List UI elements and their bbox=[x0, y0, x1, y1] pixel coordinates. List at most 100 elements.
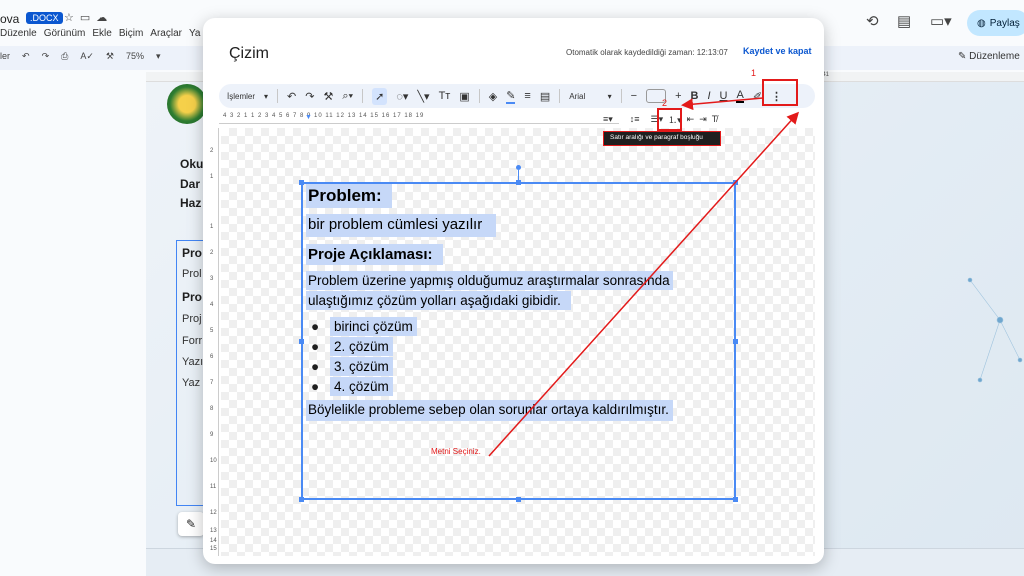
project-heading[interactable]: Proje Açıklaması: bbox=[306, 244, 443, 265]
undo-icon[interactable]: ↶ bbox=[287, 90, 296, 103]
editing-mode-button[interactable]: ✎ Düzenleme bbox=[958, 51, 1020, 62]
share-button[interactable]: ◍ Paylaş bbox=[967, 10, 1024, 36]
annotation-step-1: 1 bbox=[751, 68, 757, 78]
chevron-down-icon[interactable]: ▾ bbox=[156, 51, 161, 62]
title-icons: ☆▭☁ bbox=[64, 11, 113, 24]
toolbar-divider bbox=[362, 89, 364, 103]
bullet-item[interactable]: 2. çözüm bbox=[330, 337, 393, 356]
bg-box-line-4: Proj bbox=[182, 313, 202, 325]
fill-color-icon[interactable]: ◈ bbox=[489, 90, 497, 103]
comments-icon[interactable]: ▤ bbox=[897, 12, 911, 30]
resize-handle[interactable] bbox=[516, 497, 521, 502]
align-icon[interactable]: ≡▾ bbox=[603, 114, 613, 125]
menu-extensions[interactable]: Ya bbox=[189, 28, 201, 39]
image-icon[interactable]: ▣ bbox=[459, 90, 469, 103]
annotation-box-line-spacing bbox=[657, 108, 682, 131]
actions-menu[interactable]: İşlemler ▾ bbox=[227, 92, 268, 101]
toolbar-divider bbox=[277, 89, 279, 103]
paint-format-icon[interactable]: ⚒ bbox=[323, 90, 333, 103]
border-dash-icon[interactable]: ▤ bbox=[540, 90, 550, 103]
print-icon[interactable]: ⎙ bbox=[61, 51, 68, 62]
increase-indent-icon[interactable]: ⇥ bbox=[699, 114, 707, 125]
bg-line-2: Dar bbox=[180, 177, 201, 191]
bold-button[interactable]: B bbox=[691, 90, 699, 102]
select-cursor-icon[interactable]: ➚ bbox=[372, 87, 388, 105]
editing-mode-label: Düzenleme bbox=[969, 51, 1020, 62]
border-color-icon[interactable]: ✎ bbox=[506, 89, 516, 104]
line-spacing-button[interactable]: ↕≡ bbox=[630, 114, 640, 124]
menu-format[interactable]: Biçim bbox=[119, 28, 143, 39]
undo-icon[interactable]: ↶ bbox=[22, 51, 30, 62]
bg-box-line-5: Forr bbox=[182, 335, 203, 347]
star-icon[interactable]: ☆ bbox=[64, 12, 80, 24]
resize-handle[interactable] bbox=[299, 180, 304, 185]
bullet-item[interactable]: 4. çözüm bbox=[330, 377, 393, 396]
redo-icon[interactable]: ↷ bbox=[305, 90, 314, 103]
vruler-mark: 10 bbox=[210, 458, 217, 464]
folder-icon[interactable]: ▭ bbox=[80, 12, 96, 24]
vruler-mark: 11 bbox=[210, 484, 217, 490]
resize-handle[interactable] bbox=[516, 180, 521, 185]
shape-icon[interactable]: ◌▾ bbox=[396, 90, 408, 103]
bg-box-line-1: Pro bbox=[182, 246, 203, 260]
resize-handle[interactable] bbox=[733, 497, 738, 502]
line-icon[interactable]: ╲▾ bbox=[417, 90, 429, 103]
menu-insert[interactable]: Ekle bbox=[92, 28, 111, 39]
text-color-button[interactable]: A bbox=[736, 89, 744, 103]
vruler-mark: 1 bbox=[210, 224, 214, 230]
italic-button[interactable]: I bbox=[707, 90, 710, 102]
redo-icon[interactable]: ↷ bbox=[42, 51, 50, 62]
bg-box-line-7: Yaz bbox=[182, 377, 201, 389]
menu-tools[interactable]: Araçlar bbox=[150, 28, 182, 39]
paint-format-icon[interactable]: ⚒ bbox=[106, 51, 114, 62]
history-icon[interactable]: ⟲ bbox=[866, 12, 879, 30]
meet-icon[interactable]: ▭▾ bbox=[930, 12, 952, 30]
resize-handle[interactable] bbox=[733, 339, 738, 344]
font-size-decrease[interactable]: − bbox=[631, 90, 637, 102]
zoom-icon[interactable]: ⌕▾ bbox=[342, 90, 353, 103]
decrease-indent-icon[interactable]: ⇤ bbox=[687, 114, 695, 125]
paragraph-line-2[interactable]: ulaştığımız çözüm yolları aşağıdaki gibi… bbox=[306, 291, 571, 310]
closing-line[interactable]: Böylelikle probleme sebep olan sorunlar … bbox=[306, 400, 673, 421]
menu-view[interactable]: Görünüm bbox=[44, 28, 86, 39]
bg-box-line-6: Yazı bbox=[182, 356, 204, 368]
edit-drawing-button[interactable]: ✎ bbox=[178, 512, 204, 536]
border-weight-icon[interactable]: ≡ bbox=[524, 90, 530, 102]
bullet-item[interactable]: birinci çözüm bbox=[330, 317, 417, 336]
problem-line[interactable]: bir problem cümlesi yazılır bbox=[306, 214, 497, 237]
vruler-mark: 15 bbox=[210, 546, 217, 552]
text-box-icon[interactable]: Tт bbox=[439, 90, 451, 102]
annotation-step-2: 2 bbox=[662, 98, 668, 108]
highlight-icon[interactable]: ✐ bbox=[753, 90, 762, 103]
doc-title[interactable]: ova bbox=[0, 12, 19, 26]
vruler-mark: 13 bbox=[210, 528, 217, 534]
menu-fragment[interactable]: ler bbox=[0, 51, 10, 62]
vertical-ruler: 2 1 1 2 3 4 5 6 7 8 9 10 11 12 13 14 15 … bbox=[209, 128, 219, 556]
spellcheck-icon[interactable]: A✓ bbox=[80, 51, 94, 62]
dialog-title: Çizim bbox=[229, 45, 269, 62]
bullet-marker: ● bbox=[311, 319, 320, 334]
save-and-close-button[interactable]: Kaydet ve kapat bbox=[743, 46, 812, 56]
resize-handle[interactable] bbox=[733, 180, 738, 185]
vruler-mark: 1 bbox=[210, 174, 214, 180]
problem-heading[interactable]: Problem: bbox=[306, 184, 392, 208]
underline-button[interactable]: U bbox=[720, 90, 728, 102]
paragraph-line-1[interactable]: Problem üzerine yapmış olduğumuz araştır… bbox=[306, 271, 673, 290]
clear-formatting-icon[interactable]: T̸ bbox=[712, 114, 718, 124]
horizontal-ruler: 4 3 2 1 1 2 3 4 5 6 7 8 9 10 11 12 13 14… bbox=[219, 112, 619, 124]
font-size-increase[interactable]: + bbox=[675, 90, 681, 102]
bg-line-1: Oku bbox=[180, 157, 204, 171]
resize-handle[interactable] bbox=[299, 497, 304, 502]
menu-edit[interactable]: Düzenle bbox=[0, 28, 37, 39]
bullet-marker: ● bbox=[311, 379, 320, 394]
toolbar-divider bbox=[620, 89, 622, 103]
cloud-icon: ☁ bbox=[96, 12, 114, 24]
resize-handle[interactable] bbox=[299, 339, 304, 344]
toolbar-divider bbox=[559, 89, 561, 103]
indent-marker-icon[interactable]: ▼ bbox=[305, 114, 312, 121]
font-select[interactable]: Arial ▾ bbox=[569, 92, 611, 101]
zoom-select[interactable]: 75% bbox=[126, 51, 144, 62]
bg-box-line-2: Prol bbox=[182, 268, 202, 280]
annotation-box-more bbox=[762, 79, 798, 106]
bullet-item[interactable]: 3. çözüm bbox=[330, 357, 393, 376]
